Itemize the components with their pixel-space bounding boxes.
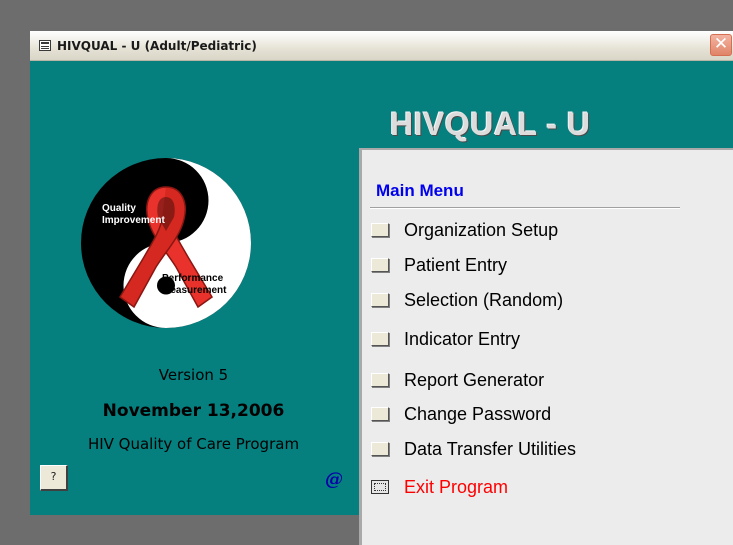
menu-item-label[interactable]: Report Generator — [404, 369, 544, 391]
menu-button-report-generator[interactable] — [371, 373, 389, 387]
version-label: Version 5 — [158, 366, 229, 384]
menu-item-label[interactable]: Organization Setup — [404, 219, 558, 241]
title-bar[interactable]: HIVQUAL - U (Adult/Pediatric) ✕ — [30, 31, 733, 61]
hivqual-logo: Quality Improvement Performance Measurem… — [81, 158, 251, 328]
release-date: November 13,2006 — [102, 401, 285, 421]
menu-item-selection-random[interactable]: Selection (Random) — [371, 289, 671, 313]
menu-item-label[interactable]: Change Password — [404, 403, 551, 425]
menu-item-label[interactable]: Exit Program — [404, 476, 508, 498]
menu-button-exit-program[interactable] — [371, 480, 389, 494]
menu-button-organization-setup[interactable] — [371, 223, 389, 237]
menu-button-data-transfer-utilities[interactable] — [371, 442, 389, 456]
form-icon — [39, 40, 51, 51]
logo-text-measurement: Measurement — [162, 285, 227, 296]
menu-button-selection-random[interactable] — [371, 293, 389, 307]
menu-button-change-password[interactable] — [371, 407, 389, 421]
main-form: HIVQUAL - U Quality Improvement Performa… — [30, 61, 733, 545]
app-window: HIVQUAL - U (Adult/Pediatric) ✕ HIVQUAL … — [30, 31, 733, 545]
menu-item-data-transfer-utilities[interactable]: Data Transfer Utilities — [371, 438, 671, 462]
main-menu-heading: Main Menu — [376, 181, 464, 200]
menu-item-exit-program[interactable]: Exit Program — [371, 476, 671, 500]
menu-item-label[interactable]: Data Transfer Utilities — [404, 438, 576, 460]
window-title: HIVQUAL - U (Adult/Pediatric) — [57, 39, 257, 53]
logo-text-improvement: Improvement — [102, 215, 165, 226]
menu-divider — [370, 207, 680, 209]
help-button[interactable]: ? — [40, 465, 68, 491]
menu-item-label[interactable]: Selection (Random) — [404, 289, 563, 311]
close-button[interactable]: ✕ — [710, 34, 732, 56]
menu-button-indicator-entry[interactable] — [371, 332, 389, 346]
app-header-title: HIVQUAL - U — [390, 106, 591, 142]
menu-item-change-password[interactable]: Change Password — [371, 403, 671, 427]
menu-item-patient-entry[interactable]: Patient Entry — [371, 254, 671, 278]
at-icon[interactable]: @ — [325, 469, 343, 490]
main-menu-panel: Main Menu Organization Setup Patient Ent… — [359, 148, 733, 545]
menu-button-patient-entry[interactable] — [371, 258, 389, 272]
logo-text-performance: Performance — [162, 273, 224, 284]
menu-item-label[interactable]: Indicator Entry — [404, 328, 520, 350]
menu-item-organization-setup[interactable]: Organization Setup — [371, 219, 671, 243]
menu-item-report-generator[interactable]: Report Generator — [371, 369, 671, 393]
program-name: HIV Quality of Care Program — [87, 435, 300, 453]
menu-item-indicator-entry[interactable]: Indicator Entry — [371, 328, 671, 352]
menu-item-label[interactable]: Patient Entry — [404, 254, 507, 276]
logo-text-quality: Quality — [102, 203, 136, 214]
